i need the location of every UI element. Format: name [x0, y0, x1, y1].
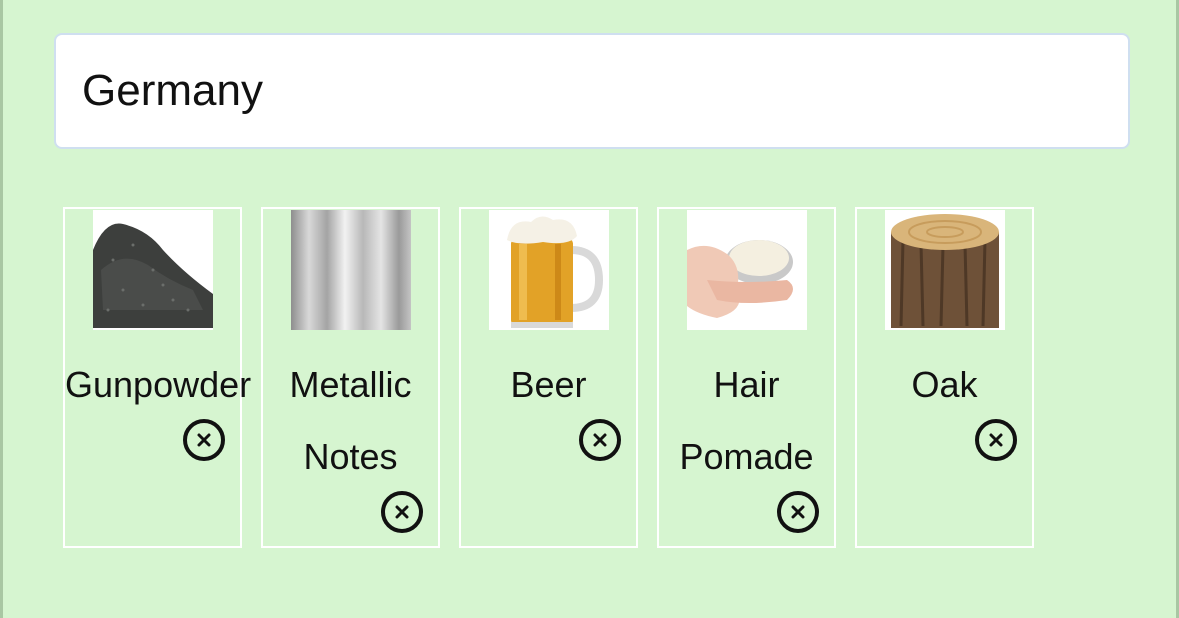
metallic-image — [290, 210, 411, 330]
item-label-metallic: Metallic Notes — [289, 349, 411, 493]
remove-icon[interactable] — [975, 419, 1017, 461]
item-label-line: Metallic — [289, 364, 412, 405]
remove-icon[interactable] — [183, 419, 225, 461]
hair-pomade-image — [686, 210, 807, 330]
selected-items-list: Gunpowder Metallic Notes Beer Hair Pomad… — [63, 207, 1034, 548]
search-input[interactable]: Germany — [54, 33, 1130, 149]
remove-icon[interactable] — [579, 419, 621, 461]
item-card-oak[interactable]: Oak — [855, 207, 1034, 548]
item-card-gunpowder[interactable]: Gunpowder — [63, 207, 252, 548]
item-label: Oak — [911, 364, 978, 405]
item-label: Gunpowder — [65, 364, 252, 405]
gunpowder-image — [92, 210, 213, 330]
item-label: Beer — [510, 364, 587, 405]
remove-icon[interactable] — [777, 491, 819, 533]
item-card-beer[interactable]: Beer — [459, 207, 638, 548]
oak-image — [884, 210, 1005, 330]
beer-image — [488, 210, 609, 330]
item-label-hair-pomade: Hair Pomade — [679, 349, 813, 493]
item-label-line: Hair — [713, 364, 780, 405]
item-label-line: Notes — [303, 436, 398, 477]
item-card-hair-pomade[interactable]: Hair Pomade — [657, 207, 836, 548]
item-label-line: Pomade — [679, 436, 814, 477]
remove-icon[interactable] — [381, 491, 423, 533]
item-card-metallic-notes[interactable]: Metallic Notes — [261, 207, 440, 548]
